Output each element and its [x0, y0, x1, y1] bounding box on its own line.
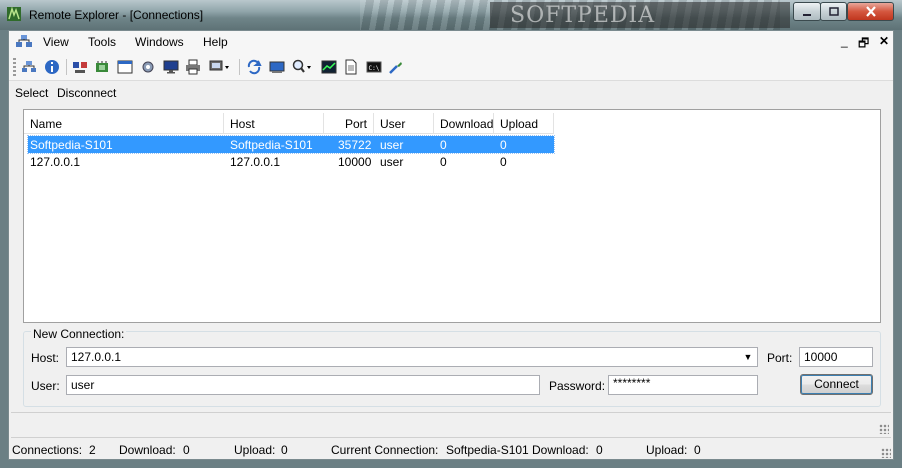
cell-host: Softpedia-S101	[230, 138, 313, 152]
status-connections-value: 2	[89, 443, 96, 457]
window-icon[interactable]	[115, 58, 135, 76]
port-field[interactable]: 10000	[799, 347, 873, 367]
password-field[interactable]: ********	[608, 375, 758, 395]
column-header-user[interactable]: User	[374, 113, 434, 134]
toolbar-grip[interactable]	[13, 58, 16, 76]
menu-help[interactable]: Help	[203, 35, 228, 49]
screen-icon[interactable]	[267, 58, 287, 76]
cell-user: user	[380, 138, 404, 152]
menu-view[interactable]: View	[43, 35, 69, 49]
column-header-port[interactable]: Port	[324, 113, 374, 134]
monitor-icon[interactable]	[161, 58, 181, 76]
host-value: 127.0.0.1	[71, 350, 122, 364]
host-label: Host:	[31, 351, 60, 365]
connections-list[interactable]: Name Host Port User Download Upload Soft…	[23, 109, 881, 323]
column-header-download[interactable]: Download	[434, 113, 494, 134]
column-header-name[interactable]: Name	[24, 113, 224, 134]
main-window: View Tools Windows Help _ 🗗 ✕ C:\ Select…	[8, 30, 894, 460]
menu-bar: View Tools Windows Help _ 🗗 ✕	[9, 31, 893, 53]
status-current-connection-value: Softpedia-S101	[446, 443, 529, 457]
cell-port: 35722	[338, 138, 372, 152]
status-upload-value: 0	[281, 443, 288, 457]
mdi-minimize-button[interactable]: _	[841, 34, 848, 48]
table-row[interactable]: 127.0.0.1 127.0.0.1 10000 user 0 0	[28, 153, 554, 170]
cell-host: 127.0.0.1	[230, 155, 281, 169]
network-icon[interactable]	[19, 58, 39, 76]
display-dropdown-icon[interactable]	[207, 58, 233, 76]
printer-icon[interactable]	[183, 58, 203, 76]
status-bar: Connections: 2 Download: 0 Upload: 0 Cur…	[9, 440, 893, 460]
status-current-download-label: Download:	[532, 443, 589, 457]
cell-name: Softpedia-S101	[30, 138, 113, 152]
disconnect-button[interactable]: Disconnect	[57, 86, 116, 100]
cell-port: 10000	[338, 155, 372, 169]
close-button[interactable]	[847, 2, 894, 21]
status-current-connection-label: Current Connection:	[331, 443, 439, 457]
menu-windows[interactable]: Windows	[135, 35, 184, 49]
app-icon[interactable]	[6, 6, 22, 22]
empty-panel	[11, 412, 891, 438]
cell-user: user	[380, 155, 404, 169]
graph-icon[interactable]	[319, 58, 339, 76]
new-connection-group	[23, 331, 881, 407]
menu-tools[interactable]: Tools	[88, 35, 116, 49]
user-label: User:	[31, 379, 60, 393]
refresh-icon[interactable]	[244, 58, 264, 76]
search-dropdown-icon[interactable]	[289, 58, 315, 76]
status-connections-label: Connections:	[12, 443, 83, 457]
status-current-upload-label: Upload:	[646, 443, 688, 457]
computer-tree-icon[interactable]	[70, 58, 90, 76]
cell-download: 0	[440, 138, 447, 152]
console-icon[interactable]: C:\	[364, 58, 384, 76]
document-icon[interactable]	[341, 58, 361, 76]
new-connection-title: New Connection:	[31, 327, 127, 341]
close-icon	[865, 6, 876, 17]
user-field[interactable]: user	[66, 375, 540, 395]
hardware-icon[interactable]	[92, 58, 112, 76]
cell-upload: 0	[500, 155, 507, 169]
status-current-upload-value: 0	[694, 443, 701, 457]
svg-text:C:\: C:\	[369, 65, 380, 72]
host-combobox[interactable]: 127.0.0.1 ▼	[66, 347, 758, 367]
minimize-icon	[803, 13, 811, 16]
info-icon[interactable]	[42, 58, 62, 76]
toolbar: C:\	[9, 53, 893, 81]
settings-gear-icon[interactable]	[138, 58, 158, 76]
connect-button[interactable]: Connect	[800, 374, 873, 395]
cell-upload: 0	[500, 138, 507, 152]
select-button[interactable]: Select	[15, 86, 48, 100]
window-title: Remote Explorer - [Connections]	[29, 8, 204, 22]
maximize-icon	[828, 6, 839, 16]
status-download-value: 0	[183, 443, 190, 457]
softpedia-watermark: SOFTPEDIA	[510, 3, 656, 28]
resize-grip[interactable]	[879, 424, 889, 434]
port-label: Port:	[767, 351, 793, 365]
cell-name: 127.0.0.1	[30, 155, 81, 169]
status-download-label: Download:	[119, 443, 176, 457]
status-upload-label: Upload:	[234, 443, 276, 457]
status-resize-grip[interactable]	[881, 448, 891, 458]
password-label: Password:	[549, 379, 606, 393]
column-header-upload[interactable]: Upload	[494, 113, 554, 134]
mdi-close-button[interactable]: ✕	[879, 34, 889, 48]
tools-icon[interactable]	[386, 58, 406, 76]
minimize-button[interactable]	[793, 2, 821, 21]
title-bar[interactable]: SOFTPEDIA Remote Explorer - [Connections…	[0, 0, 902, 30]
table-row[interactable]: Softpedia-S101 Softpedia-S101 35722 user…	[27, 135, 555, 154]
network-icon[interactable]	[15, 34, 33, 50]
status-current-download-value: 0	[596, 443, 603, 457]
action-bar: Select Disconnect	[9, 82, 893, 104]
maximize-button[interactable]	[820, 2, 847, 21]
column-header-host[interactable]: Host	[224, 113, 324, 134]
chevron-down-icon[interactable]: ▼	[741, 350, 755, 364]
mdi-restore-button[interactable]: 🗗	[858, 34, 869, 55]
cell-download: 0	[440, 155, 447, 169]
